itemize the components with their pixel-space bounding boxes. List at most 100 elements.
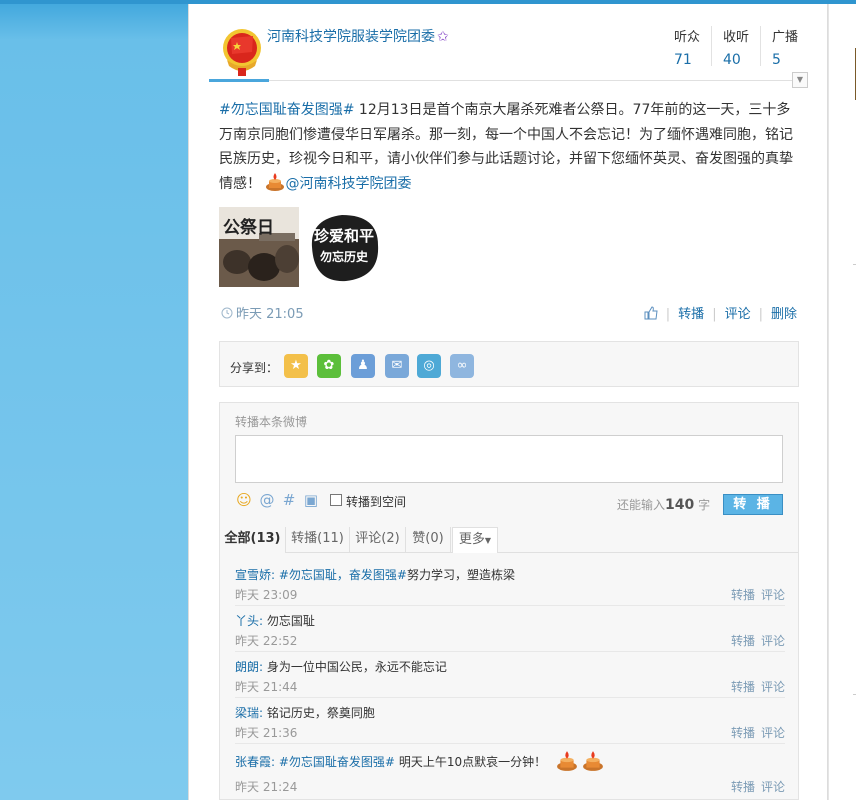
comment-author[interactable]: 梁瑞: bbox=[235, 706, 263, 720]
list-item-text: 朗朗: 身为一位中国公民，永远不能忘记 bbox=[235, 658, 447, 675]
stat-divider bbox=[760, 26, 761, 66]
share-link-button[interactable]: ∞ bbox=[450, 354, 474, 378]
post-time-text[interactable]: 昨天 21:05 bbox=[236, 307, 304, 322]
share-qzone-star-button[interactable]: ★ bbox=[284, 354, 308, 378]
star-icon: ★ bbox=[290, 358, 302, 373]
tab-all[interactable]: 全部(13) bbox=[220, 527, 286, 553]
comment-time[interactable]: 昨天 23:09 bbox=[235, 586, 297, 603]
comment-link[interactable]: 评论 bbox=[725, 303, 751, 322]
tab-more[interactable]: 更多▼ bbox=[452, 527, 498, 553]
at-icon: @ bbox=[259, 491, 275, 509]
stat-listeners[interactable]: 听众 71 bbox=[674, 26, 700, 68]
stat-label: 收听 bbox=[723, 30, 750, 45]
candle-icon bbox=[557, 751, 577, 771]
post-menu-dropdown[interactable]: ▼ bbox=[792, 72, 808, 88]
vip-star-icon: ✩ bbox=[437, 29, 449, 45]
forward-submit-button[interactable]: 转 播 bbox=[723, 494, 783, 515]
picture-icon: ▣ bbox=[303, 491, 319, 509]
comment-author[interactable]: 丫头: bbox=[235, 614, 263, 628]
stat-value[interactable]: 5 bbox=[772, 52, 798, 68]
comment-author[interactable]: 张春霞: bbox=[235, 755, 275, 769]
chevron-down-icon: ▼ bbox=[796, 75, 804, 84]
like-button[interactable] bbox=[644, 306, 658, 322]
image-memorial-title: 公祭日 bbox=[223, 217, 274, 238]
row-forward-link[interactable]: 转播 bbox=[731, 726, 755, 740]
comment-time[interactable]: 昨天 21:44 bbox=[235, 678, 297, 695]
list-item-text: 梁瑞: 铭记历史，祭奠同胞 bbox=[235, 704, 375, 721]
row-forward-link[interactable]: 转播 bbox=[731, 634, 755, 648]
weibo-card: 河南科技学院服装学院团委 ✩ 听众 71 收听 40 广播 5 ▼ #勿忘国耻奋发… bbox=[188, 4, 828, 800]
topic-button[interactable]: # bbox=[280, 491, 298, 509]
stat-following[interactable]: 收听 40 bbox=[723, 26, 749, 68]
mention-button[interactable]: @ bbox=[258, 491, 276, 509]
row-forward-link[interactable]: 转播 bbox=[731, 588, 755, 602]
wechat-icon: ✿ bbox=[323, 358, 335, 373]
row-comment-link[interactable]: 评论 bbox=[761, 588, 785, 602]
clock-icon bbox=[221, 307, 233, 319]
right-sidebar-edge bbox=[828, 4, 856, 800]
remain-count: 140 bbox=[665, 497, 695, 513]
tab-more-label: 更多 bbox=[458, 532, 485, 547]
tab-forwards[interactable]: 转播(11) bbox=[286, 527, 350, 553]
forward-panel-title: 转播本条微博 bbox=[235, 415, 308, 429]
emoji-button[interactable]: ☺ bbox=[235, 491, 253, 509]
delete-link[interactable]: 删除 bbox=[771, 303, 797, 322]
comment-text: 铭记历史，祭奠同胞 bbox=[263, 706, 375, 720]
comment-author[interactable]: 朗朗: bbox=[235, 660, 263, 674]
tab-likes[interactable]: 赞(0) bbox=[406, 527, 451, 553]
image-button[interactable]: ▣ bbox=[302, 491, 320, 509]
stat-label: 听众 bbox=[674, 30, 701, 45]
comment-time[interactable]: 昨天 21:36 bbox=[235, 724, 297, 741]
candle-icon bbox=[583, 751, 603, 771]
row-comment-link[interactable]: 评论 bbox=[761, 726, 785, 740]
image-peace-line2: 勿忘历史 bbox=[319, 249, 369, 264]
tab-comments[interactable]: 评论(2) bbox=[350, 527, 406, 553]
share-qq-button[interactable]: ♟ bbox=[351, 354, 375, 378]
list-item-text: 宣雪娇: #勿忘国耻，奋发图强#努力学习，塑造栋梁 bbox=[235, 566, 515, 583]
post-image-memorial[interactable]: 公祭日 bbox=[219, 207, 299, 287]
stat-broadcasts[interactable]: 广播 5 bbox=[772, 26, 798, 68]
comment-text: 身为一位中国公民，永远不能忘记 bbox=[263, 660, 447, 674]
action-separator: | bbox=[712, 307, 717, 322]
post-time[interactable]: 昨天 21:05 bbox=[221, 303, 304, 322]
comment-text: 明天上午10点默哀一分钟！ bbox=[395, 755, 547, 769]
stat-value[interactable]: 40 bbox=[723, 52, 749, 68]
share-email-button[interactable]: ✉ bbox=[385, 354, 409, 378]
comment-hashtag[interactable]: #勿忘国耻奋发图强# bbox=[279, 755, 395, 769]
action-separator: | bbox=[665, 307, 671, 322]
stat-value[interactable]: 71 bbox=[674, 52, 700, 68]
char-remaining: 还能输入140 字 bbox=[617, 496, 710, 513]
comment-hashtag[interactable]: #勿忘国耻，奋发图强# bbox=[279, 568, 407, 582]
post-mention[interactable]: @河南科技学院团委 bbox=[285, 176, 411, 192]
list-item-text: 丫头: 勿忘国耻 bbox=[235, 612, 315, 629]
row-comment-link[interactable]: 评论 bbox=[761, 634, 785, 648]
stat-divider bbox=[711, 26, 712, 66]
list-item: 梁瑞: 铭记历史，祭奠同胞 昨天 21:36 转播 评论 bbox=[235, 698, 785, 744]
post-hashtag[interactable]: #勿忘国耻奋发图强# bbox=[219, 102, 354, 118]
comment-time[interactable]: 昨天 22:52 bbox=[235, 632, 297, 649]
smiley-icon: ☺ bbox=[236, 491, 252, 509]
forward-to-qzone-checkbox[interactable] bbox=[330, 494, 342, 506]
comment-actions: 转播 评论 bbox=[725, 678, 785, 695]
candle-icon bbox=[266, 172, 285, 191]
comment-author[interactable]: 宣雪娇: bbox=[235, 568, 275, 582]
comment-text: 努力学习，塑造栋梁 bbox=[407, 568, 516, 582]
post-image-peace[interactable]: 珍爱和平 勿忘历史 bbox=[304, 207, 384, 287]
forward-panel: 转播本条微博 ☺ @ # ▣ 转播到空间 还能输入140 字 转 播 全部(13… bbox=[219, 402, 799, 800]
row-comment-link[interactable]: 评论 bbox=[761, 680, 785, 694]
row-forward-link[interactable]: 转播 bbox=[731, 680, 755, 694]
user-name[interactable]: 河南科技学院服装学院团委 ✩ bbox=[267, 26, 449, 46]
comment-actions: 转播 评论 bbox=[725, 632, 785, 649]
row-forward-link[interactable]: 转播 bbox=[731, 780, 755, 794]
comment-actions: 转播 评论 bbox=[725, 724, 785, 741]
forward-link[interactable]: 转播 bbox=[678, 303, 704, 322]
row-comment-link[interactable]: 评论 bbox=[761, 780, 785, 794]
user-name-text[interactable]: 河南科技学院服装学院团委 bbox=[267, 29, 435, 45]
forward-to-qzone-label[interactable]: 转播到空间 bbox=[346, 493, 406, 510]
avatar[interactable] bbox=[219, 24, 265, 80]
comment-time[interactable]: 昨天 21:24 bbox=[235, 778, 297, 795]
share-pengyou-button[interactable]: ◎ bbox=[417, 354, 441, 378]
share-wechat-button[interactable]: ✿ bbox=[317, 354, 341, 378]
forward-textarea[interactable] bbox=[235, 435, 783, 483]
comment-actions: 转播 评论 bbox=[725, 586, 785, 603]
